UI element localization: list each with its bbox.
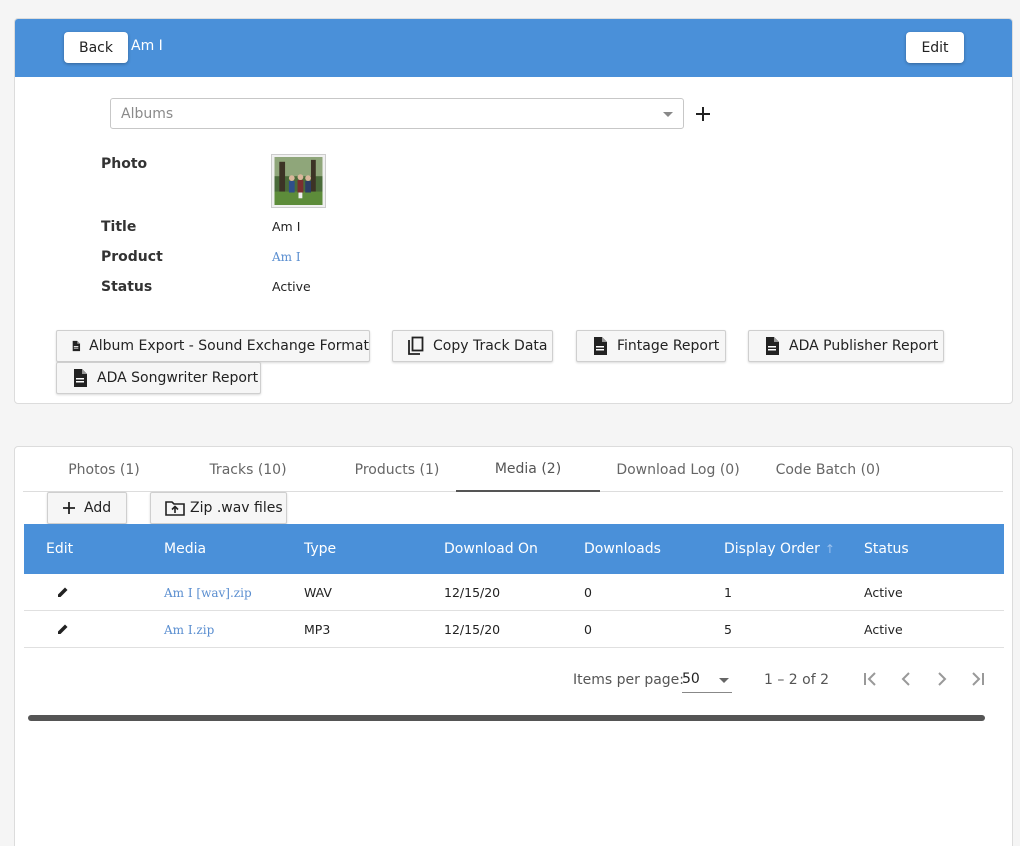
type-cell: MP3 xyxy=(304,622,331,637)
media-link[interactable]: Am I [wav].zip xyxy=(164,586,252,600)
tab-products[interactable]: Products (1) xyxy=(327,447,467,492)
column-header-downloads[interactable]: Downloads xyxy=(584,541,661,557)
page-title: Am I xyxy=(131,38,163,54)
document-icon xyxy=(74,369,87,387)
tab-code-batch[interactable]: Code Batch (0) xyxy=(763,447,893,492)
folder-upload-icon xyxy=(165,501,185,516)
column-header-display-order[interactable]: Display Order ↑ xyxy=(724,541,835,557)
album-export-label: Album Export - Sound Exchange Format xyxy=(89,338,369,354)
column-header-status[interactable]: Status xyxy=(864,541,909,557)
tab-media[interactable]: Media (2) xyxy=(456,447,600,492)
pencil-icon[interactable] xyxy=(57,623,69,635)
fintage-report-button[interactable]: Fintage Report xyxy=(576,330,726,362)
horizontal-scrollbar[interactable] xyxy=(28,715,985,721)
display-order-cell: 1 xyxy=(724,585,732,600)
header-bar: Back Am I Edit xyxy=(15,19,1012,77)
column-header-media[interactable]: Media xyxy=(164,541,206,557)
albums-select-placeholder: Albums xyxy=(121,106,174,122)
status-cell: Active xyxy=(864,622,903,637)
document-icon xyxy=(594,337,607,355)
column-header-type[interactable]: Type xyxy=(304,541,336,557)
chevron-down-icon xyxy=(663,112,673,117)
items-per-page-select[interactable]: 50 xyxy=(682,669,732,693)
related-items-card: Photos (1) Tracks (10) Products (1) Medi… xyxy=(14,446,1013,846)
table-row: Am I [wav].zip WAV 12/15/20 0 1 Active xyxy=(24,574,1004,611)
page-range-label: 1 – 2 of 2 xyxy=(764,672,830,688)
first-page-icon xyxy=(864,672,876,686)
status-label: Status xyxy=(101,279,153,295)
ada-songwriter-report-button[interactable]: ADA Songwriter Report xyxy=(56,362,261,394)
download-on-cell: 12/15/20 xyxy=(444,585,501,600)
add-media-label: Add xyxy=(84,500,112,516)
back-button[interactable]: Back xyxy=(64,32,128,63)
document-icon xyxy=(72,340,81,352)
album-photo-thumbnail[interactable] xyxy=(271,154,326,208)
tab-bar: Photos (1) Tracks (10) Products (1) Medi… xyxy=(23,447,1003,492)
sort-arrow-up-icon: ↑ xyxy=(824,542,835,556)
column-header-display-order-label: Display Order xyxy=(724,541,820,557)
downloads-cell: 0 xyxy=(584,622,592,637)
ada-publisher-report-button[interactable]: ADA Publisher Report xyxy=(748,330,944,362)
media-table: Edit Media Type Download On Downloads Di… xyxy=(24,524,1004,648)
title-value: Am I xyxy=(272,219,301,234)
downloads-cell: 0 xyxy=(584,585,592,600)
status-cell: Active xyxy=(864,585,903,600)
items-per-page-value: 50 xyxy=(682,671,700,687)
tab-download-log[interactable]: Download Log (0) xyxy=(613,447,743,492)
add-album-button[interactable] xyxy=(693,102,713,126)
media-link[interactable]: Am I.zip xyxy=(164,623,214,637)
photo-label: Photo xyxy=(101,156,148,172)
last-page-button[interactable] xyxy=(965,666,991,692)
albums-select[interactable]: Albums xyxy=(110,98,684,129)
fintage-report-label: Fintage Report xyxy=(617,338,720,354)
zip-wav-button[interactable]: Zip .wav files xyxy=(150,492,287,524)
zip-wav-label: Zip .wav files xyxy=(190,500,283,516)
ada-songwriter-report-label: ADA Songwriter Report xyxy=(97,370,259,386)
plus-icon xyxy=(696,107,710,121)
tab-photos[interactable]: Photos (1) xyxy=(39,447,169,492)
album-detail-card: Back Am I Edit Albums Photo Title Am I P… xyxy=(14,18,1013,404)
column-header-edit: Edit xyxy=(46,541,74,557)
chevron-right-icon xyxy=(938,672,947,686)
next-page-button[interactable] xyxy=(929,666,955,692)
last-page-icon xyxy=(972,672,984,686)
status-value: Active xyxy=(272,279,311,294)
table-row: Am I.zip MP3 12/15/20 0 5 Active xyxy=(24,611,1004,648)
table-header: Edit Media Type Download On Downloads Di… xyxy=(24,524,1004,574)
items-per-page-label: Items per page: xyxy=(573,672,685,688)
album-export-button[interactable]: Album Export - Sound Exchange Format xyxy=(56,330,370,362)
product-value: Am I xyxy=(272,249,301,264)
first-page-button[interactable] xyxy=(857,666,883,692)
ada-publisher-report-label: ADA Publisher Report xyxy=(789,338,939,354)
product-link[interactable]: Am I xyxy=(272,250,301,264)
product-label: Product xyxy=(101,249,163,265)
add-media-button[interactable]: Add xyxy=(47,492,127,524)
type-cell: WAV xyxy=(304,585,332,600)
copy-track-data-button[interactable]: Copy Track Data xyxy=(392,330,553,362)
plus-icon xyxy=(63,502,75,514)
edit-button[interactable]: Edit xyxy=(906,32,964,63)
previous-page-button[interactable] xyxy=(893,666,919,692)
download-on-cell: 12/15/20 xyxy=(444,622,501,637)
pencil-icon[interactable] xyxy=(57,586,69,598)
chevron-left-icon xyxy=(901,672,910,686)
chevron-down-icon xyxy=(719,678,729,683)
album-photo-image xyxy=(274,157,323,205)
paginator: Items per page: 50 1 – 2 of 2 xyxy=(24,648,1004,710)
tab-tracks[interactable]: Tracks (10) xyxy=(183,447,313,492)
copy-icon xyxy=(408,336,424,355)
document-icon xyxy=(766,337,779,355)
copy-track-data-label: Copy Track Data xyxy=(433,338,548,354)
display-order-cell: 5 xyxy=(724,622,732,637)
title-label: Title xyxy=(101,219,137,235)
column-header-download-on[interactable]: Download On xyxy=(444,541,538,557)
